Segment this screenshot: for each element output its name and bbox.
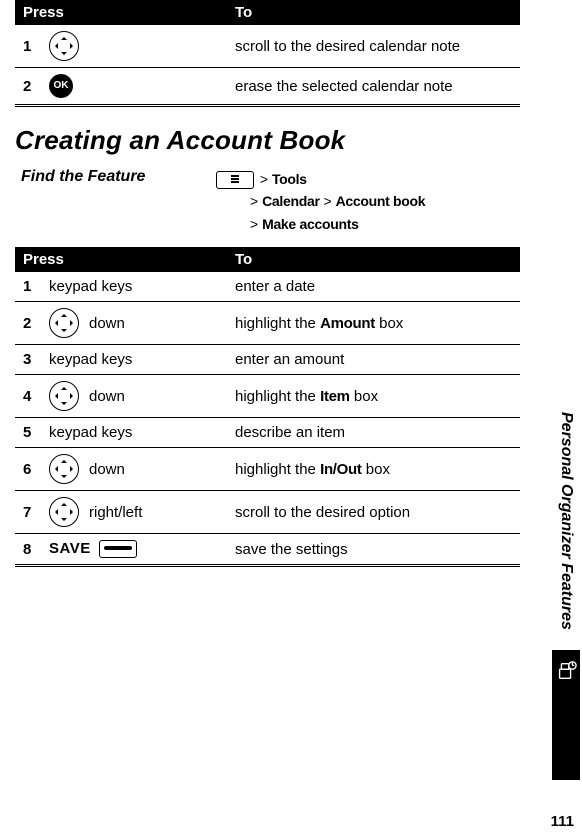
- t2r5-num: 5: [15, 418, 41, 448]
- t2r6-num: 6: [15, 448, 41, 491]
- section-heading: Creating an Account Book: [15, 125, 542, 156]
- table2-header-to: To: [227, 247, 520, 272]
- sidebar-section-label: Personal Organizer Features: [557, 412, 575, 630]
- t2r7-to: scroll to the desired option: [227, 491, 520, 534]
- find-feature-block: Find the Feature > Tools > Calendar > Ac…: [15, 168, 520, 235]
- table1-row1-num: 1: [15, 25, 41, 68]
- t2r8-num: 8: [15, 534, 41, 566]
- table1-row1-to: scroll to the desired calendar note: [227, 25, 520, 68]
- t2r3-press: keypad keys: [41, 345, 227, 375]
- t2r2-press: down: [41, 302, 227, 345]
- t2r6-press: down: [41, 448, 227, 491]
- table1-header-to: To: [227, 0, 520, 25]
- nav-4way-icon: [49, 308, 79, 338]
- press-to-table-2: Press To 1 keypad keys enter a date 2 do…: [15, 247, 520, 567]
- press-to-table-1: Press To 1 scroll to the desired calenda…: [15, 0, 520, 107]
- t2r5-to: describe an item: [227, 418, 520, 448]
- t2r3-to: enter an amount: [227, 345, 520, 375]
- path-tools: Tools: [272, 171, 307, 187]
- table1-row2-press: OK: [41, 68, 227, 106]
- table1-header-press: Press: [15, 0, 227, 25]
- table1-row1-press: [41, 25, 227, 68]
- table2-header-press: Press: [15, 247, 227, 272]
- t2r4-num: 4: [15, 375, 41, 418]
- organizer-icon: [555, 660, 577, 682]
- t2r4-to: highlight the Item box: [227, 375, 520, 418]
- t2r6-to: highlight the In/Out box: [227, 448, 520, 491]
- t2r4-press: down: [41, 375, 227, 418]
- page-number: 111: [551, 813, 574, 830]
- t2r3-num: 3: [15, 345, 41, 375]
- path-make-accounts: Make accounts: [262, 216, 358, 232]
- nav-4way-icon: [49, 454, 79, 484]
- t2r1-press: keypad keys: [41, 272, 227, 302]
- nav-4way-icon: [49, 497, 79, 527]
- sidebar: Personal Organizer Features: [550, 0, 582, 780]
- nav-4way-icon: [49, 31, 79, 61]
- t2r7-press: right/left: [41, 491, 227, 534]
- nav-4way-icon: [49, 381, 79, 411]
- t2r7-num: 7: [15, 491, 41, 534]
- table1-row2-num: 2: [15, 68, 41, 106]
- t2r8-to: save the settings: [227, 534, 520, 566]
- menu-key-icon: [216, 171, 254, 189]
- find-feature-label: Find the Feature: [15, 168, 216, 235]
- t2r5-press: keypad keys: [41, 418, 227, 448]
- softkey-icon: [99, 540, 137, 558]
- sidebar-tab: [552, 650, 580, 780]
- t2r2-to: highlight the Amount box: [227, 302, 520, 345]
- t2r1-num: 1: [15, 272, 41, 302]
- path-calendar: Calendar: [262, 193, 320, 209]
- find-feature-path: > Tools > Calendar > Account book > Make…: [216, 168, 425, 235]
- ok-icon: OK: [49, 74, 73, 98]
- t2r8-press: SAVE: [41, 534, 227, 566]
- path-account-book: Account book: [336, 193, 426, 209]
- t2r1-to: enter a date: [227, 272, 520, 302]
- table1-row2-to: erase the selected calendar note: [227, 68, 520, 106]
- t2r2-num: 2: [15, 302, 41, 345]
